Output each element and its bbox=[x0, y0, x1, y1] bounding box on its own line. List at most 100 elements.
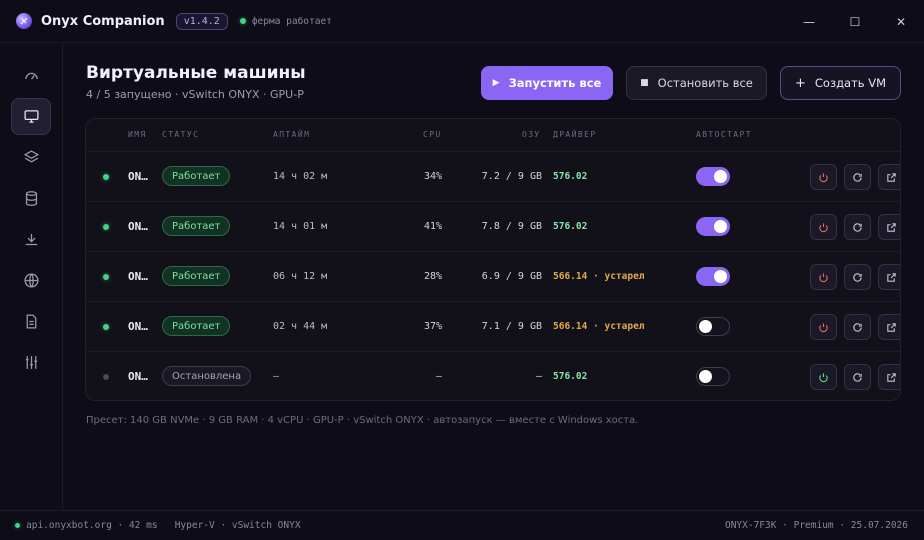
vm-name[interactable]: ON… bbox=[128, 270, 148, 283]
sidebar-item-dashboard[interactable] bbox=[11, 57, 51, 94]
vm-cpu: 41% bbox=[423, 221, 442, 232]
vm-name[interactable]: ON… bbox=[128, 170, 148, 183]
sidebar-item-storage[interactable] bbox=[11, 180, 51, 217]
vm-status-dot-icon bbox=[103, 224, 109, 230]
power-button[interactable] bbox=[810, 364, 837, 390]
power-icon bbox=[818, 322, 829, 333]
restart-button[interactable] bbox=[844, 264, 871, 290]
page-subtitle: 4 / 5 запущено · vSwitch ONYX · GPU-P bbox=[86, 88, 304, 101]
status-badge: Работает bbox=[162, 216, 231, 236]
vm-ram: — bbox=[535, 371, 542, 382]
vm-driver: 566.14 · устарел bbox=[553, 271, 645, 282]
sidebar-item-settings[interactable] bbox=[11, 344, 51, 381]
power-button[interactable] bbox=[810, 214, 837, 240]
sidebar-item-network[interactable] bbox=[11, 262, 51, 299]
vm-cpu: 28% bbox=[423, 271, 442, 282]
create-vm-button[interactable]: + Создать VM bbox=[780, 66, 901, 100]
toggle-knob bbox=[699, 320, 712, 333]
autostart-toggle[interactable] bbox=[696, 267, 730, 286]
toggle-knob bbox=[714, 170, 727, 183]
restart-button[interactable] bbox=[844, 314, 871, 340]
vm-ram: 7.1 / 9 GB bbox=[481, 321, 542, 332]
vm-name[interactable]: ON… bbox=[128, 220, 148, 233]
restart-button[interactable] bbox=[844, 214, 871, 240]
power-button[interactable] bbox=[810, 314, 837, 340]
table-header: ИМЯ СТАТУС АПТАЙМ CPU ОЗУ ДРАЙВЕР АВТОСТ… bbox=[86, 119, 900, 151]
sidebar-item-vms[interactable] bbox=[11, 98, 51, 135]
external-link-icon bbox=[886, 222, 897, 233]
open-console-button[interactable] bbox=[878, 164, 900, 190]
start-all-label: Запустить все bbox=[508, 76, 602, 90]
restart-button[interactable] bbox=[844, 364, 871, 390]
table-row: ON… Работает 14 ч 02 м 34% 7.2 / 9 GB 57… bbox=[86, 151, 900, 201]
autostart-toggle[interactable] bbox=[696, 217, 730, 236]
window-controls: — ☐ ✕ bbox=[786, 0, 924, 43]
stop-all-label: Остановить все bbox=[657, 76, 753, 90]
preset-note: Пресет: 140 GB NVMe · 9 GB RAM · 4 vCPU … bbox=[86, 415, 639, 426]
vm-ram: 7.2 / 9 GB bbox=[481, 171, 542, 182]
sliders-icon bbox=[25, 356, 37, 369]
start-all-button[interactable]: ▶ Запустить все bbox=[481, 66, 613, 100]
status-dot-icon bbox=[239, 18, 246, 24]
power-button[interactable] bbox=[810, 164, 837, 190]
vm-cpu: 37% bbox=[423, 321, 442, 332]
main-content: Виртуальные машины 4 / 5 запущено · vSwi… bbox=[63, 43, 924, 510]
restart-icon bbox=[852, 172, 863, 183]
play-icon: ▶ bbox=[492, 78, 500, 88]
vm-uptime: 02 ч 44 м bbox=[273, 321, 328, 332]
connection-dot-icon bbox=[15, 523, 20, 528]
restart-icon bbox=[852, 222, 863, 233]
toggle-knob bbox=[714, 220, 727, 233]
stop-all-button[interactable]: ■ Остановить все bbox=[626, 66, 767, 100]
restart-button[interactable] bbox=[844, 164, 871, 190]
external-link-icon bbox=[886, 272, 897, 283]
status-badge: Работает bbox=[162, 266, 231, 286]
vm-uptime: 06 ч 12 м bbox=[273, 271, 328, 282]
external-link-icon bbox=[886, 172, 897, 183]
vm-name[interactable]: ON… bbox=[128, 370, 148, 383]
external-link-icon bbox=[886, 372, 897, 383]
vm-uptime: 14 ч 02 м bbox=[273, 171, 328, 182]
power-icon bbox=[818, 372, 829, 383]
vm-ram: 7.8 / 9 GB bbox=[481, 221, 542, 232]
minimize-button[interactable]: — bbox=[786, 0, 832, 43]
open-console-button[interactable] bbox=[878, 264, 900, 290]
sidebar bbox=[0, 43, 63, 510]
vm-name[interactable]: ON… bbox=[128, 320, 148, 333]
status-badge: Работает bbox=[162, 316, 231, 336]
sidebar-item-logs[interactable] bbox=[11, 303, 51, 340]
restart-icon bbox=[852, 372, 863, 383]
monitor-icon bbox=[23, 110, 39, 123]
vm-status-dot-icon bbox=[103, 174, 109, 180]
restart-icon bbox=[852, 272, 863, 283]
autostart-toggle[interactable] bbox=[696, 367, 730, 386]
open-console-button[interactable] bbox=[878, 314, 900, 340]
col-ram: ОЗУ bbox=[522, 130, 541, 139]
sidebar-item-layers[interactable] bbox=[11, 139, 51, 176]
vm-driver: 566.14 · устарел bbox=[553, 321, 645, 332]
table-row: ON… Работает 02 ч 44 м 37% 7.1 / 9 GB 56… bbox=[86, 301, 900, 351]
open-console-button[interactable] bbox=[878, 364, 900, 390]
toggle-knob bbox=[699, 370, 712, 383]
open-console-button[interactable] bbox=[878, 214, 900, 240]
table-row: ON… Остановлена — — — 576.02 bbox=[86, 351, 900, 400]
table-row: ON… Работает 06 ч 12 м 28% 6.9 / 9 GB 56… bbox=[86, 251, 900, 301]
maximize-button[interactable]: ☐ bbox=[832, 0, 878, 43]
col-name: ИМЯ bbox=[128, 130, 147, 139]
sidebar-item-downloads[interactable] bbox=[11, 221, 51, 258]
power-button[interactable] bbox=[810, 264, 837, 290]
autostart-toggle[interactable] bbox=[696, 167, 730, 186]
layers-icon bbox=[23, 150, 39, 163]
vm-uptime: — bbox=[273, 371, 280, 382]
vm-cpu: 34% bbox=[423, 171, 442, 182]
col-driver: ДРАЙВЕР bbox=[553, 130, 597, 139]
document-icon bbox=[26, 314, 36, 329]
power-icon bbox=[818, 222, 829, 233]
status-right: ONYX-7F3K · Premium · 25.07.2026 bbox=[724, 520, 908, 531]
app-logo-icon bbox=[16, 13, 32, 29]
close-button[interactable]: ✕ bbox=[878, 0, 924, 43]
autostart-toggle[interactable] bbox=[696, 317, 730, 336]
title-bar: Onyx Companion v1.4.2 ферма работает — ☐… bbox=[0, 0, 924, 43]
toggle-knob bbox=[714, 270, 727, 283]
col-uptime: АПТАЙМ bbox=[273, 130, 311, 139]
